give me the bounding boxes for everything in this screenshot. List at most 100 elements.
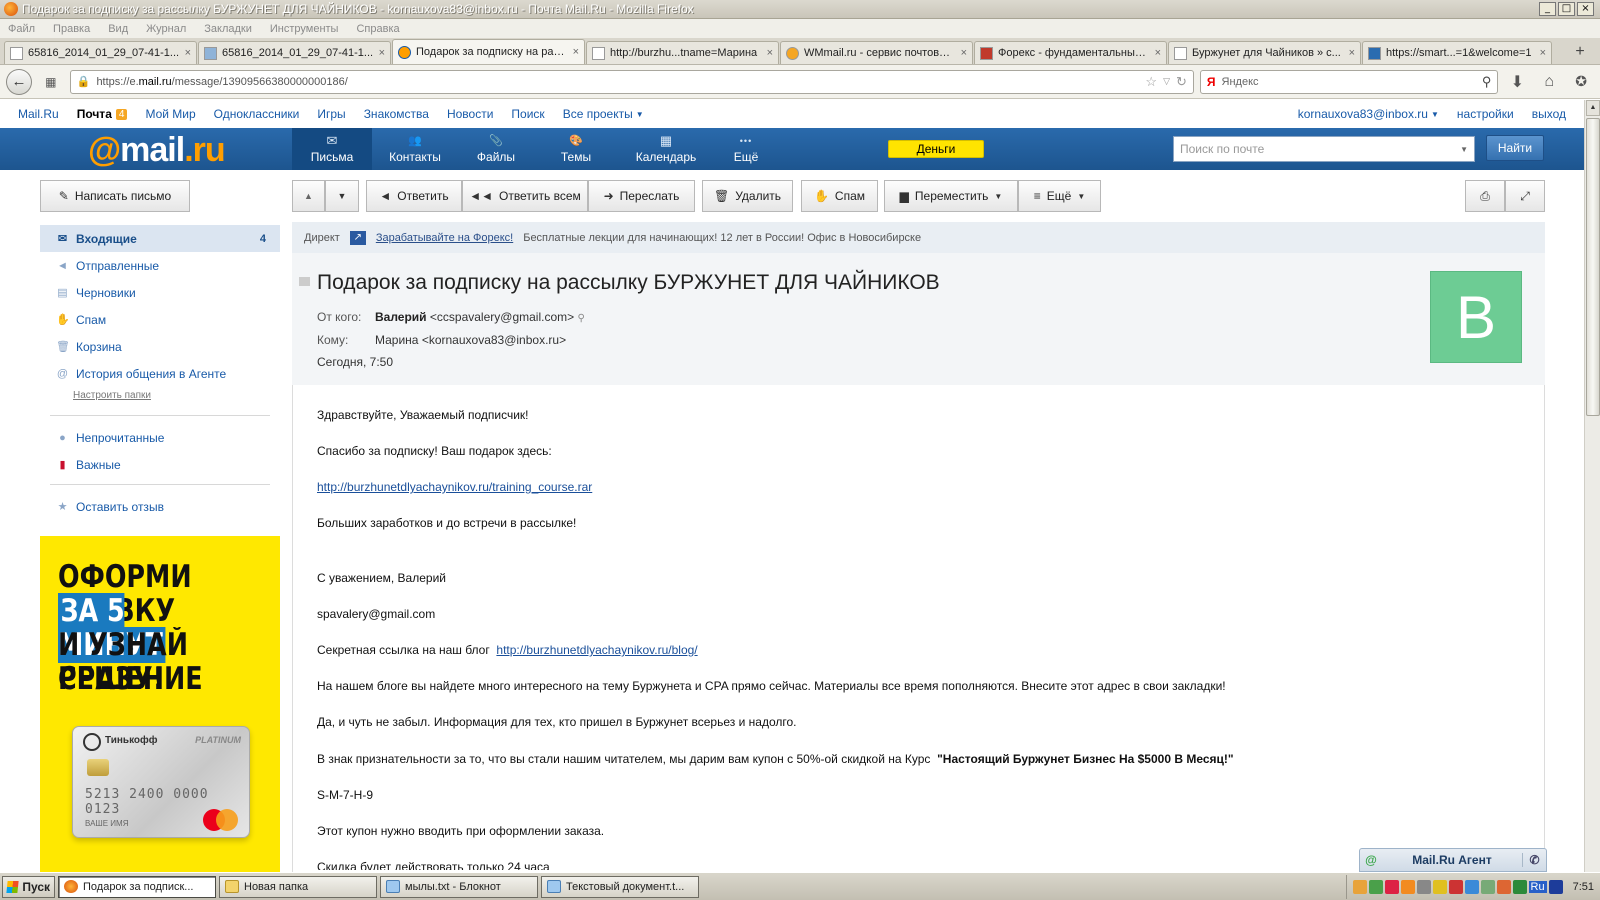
prev-message-button[interactable]: ▲: [292, 180, 325, 212]
folder-sent[interactable]: ◄ Отправленные: [40, 252, 280, 279]
taskbar-item-notepad[interactable]: мылы.txt - Блокнот: [380, 875, 538, 898]
close-window-button[interactable]: ×: [1577, 2, 1594, 16]
bookmark-star-icon[interactable]: ☆: [1145, 74, 1157, 90]
tray-app-icon[interactable]: [1464, 879, 1479, 894]
portal-link-znakomstva[interactable]: Знакомства: [364, 107, 429, 121]
filter-unread[interactable]: ● Непрочитанные: [40, 424, 280, 451]
folder-trash[interactable]: 🗑 Корзина: [40, 333, 280, 360]
find-button[interactable]: Найти: [1486, 135, 1544, 161]
phone-icon[interactable]: ✆: [1522, 853, 1546, 867]
browser-tab[interactable]: 65816_2014_01_29_07-41-1... ×: [4, 41, 197, 64]
print-button[interactable]: ⎙: [1465, 180, 1505, 212]
history-dropdown-icon[interactable]: ▦: [38, 75, 64, 89]
menu-view[interactable]: Вид: [108, 23, 128, 35]
browser-tab[interactable]: https://smart...=1&welcome=1 ×: [1362, 41, 1552, 64]
delete-button[interactable]: 🗑 Удалить: [702, 180, 793, 212]
nav-themes[interactable]: 🎨 Темы: [536, 128, 616, 170]
sender-email[interactable]: <ccspavalery@gmail.com>: [430, 310, 574, 324]
tab-close-icon[interactable]: ×: [573, 46, 579, 58]
tab-close-icon[interactable]: ×: [379, 47, 385, 59]
folder-inbox[interactable]: ✉ Входящие 4: [40, 225, 280, 252]
logout-link[interactable]: выход: [1532, 107, 1566, 121]
tray-shield-icon[interactable]: [1368, 879, 1383, 894]
next-message-button[interactable]: ▼: [325, 180, 359, 212]
start-button[interactable]: Пуск: [2, 875, 55, 898]
direkt-ad-link[interactable]: Зарабатывайте на Форекс!: [376, 232, 513, 244]
tray-network-icon[interactable]: [1512, 879, 1527, 894]
download-icon[interactable]: ⬇: [1504, 72, 1530, 92]
tab-close-icon[interactable]: ×: [1155, 47, 1161, 59]
portal-link-igry[interactable]: Игры: [317, 107, 345, 121]
menu-edit[interactable]: Правка: [53, 23, 90, 35]
reply-all-button[interactable]: ◄◄ Ответить всем: [462, 180, 588, 212]
tray-app-icon[interactable]: [1480, 879, 1495, 894]
chevron-down-icon[interactable]: ▼: [1460, 142, 1468, 156]
tray-media-icon[interactable]: [1548, 879, 1563, 894]
minimize-button[interactable]: _: [1539, 2, 1556, 16]
fullscreen-button[interactable]: ⤢: [1505, 180, 1545, 212]
browser-tab[interactable]: 65816_2014_01_29_07-41-1... ×: [198, 41, 391, 64]
tray-app-icon[interactable]: [1432, 879, 1447, 894]
browser-tab[interactable]: WMmail.ru - сервис почтовы... ×: [780, 41, 973, 64]
scroll-up-icon[interactable]: ▲: [1586, 100, 1600, 116]
browser-tab[interactable]: http://burzhu...tname=Марина ×: [586, 41, 779, 64]
scrollbar-thumb[interactable]: [1586, 118, 1600, 416]
menu-history[interactable]: Журнал: [146, 23, 186, 35]
nav-contacts[interactable]: 👥 Контакты: [374, 128, 456, 170]
language-indicator[interactable]: Ru: [1528, 880, 1547, 893]
home-icon[interactable]: ⌂: [1536, 73, 1562, 91]
nav-calendar[interactable]: ▦ Календарь: [622, 128, 710, 170]
tray-app-icon[interactable]: [1400, 879, 1415, 894]
spam-button[interactable]: ✋ Спам: [801, 180, 878, 212]
taskbar-item-firefox[interactable]: Подарок за подпиcк...: [58, 875, 216, 898]
flag-icon[interactable]: [299, 277, 310, 286]
reply-button[interactable]: ◄ Ответить: [366, 180, 462, 212]
recipient[interactable]: Марина <kornauxova83@inbox.ru>: [375, 333, 566, 347]
page-scrollbar[interactable]: ▲: [1584, 100, 1600, 872]
taskbar-item-textdoc[interactable]: Текстовый документ.t...: [541, 875, 699, 898]
sender-name[interactable]: Валерий: [375, 310, 427, 324]
settings-link[interactable]: настройки: [1457, 107, 1514, 121]
tab-close-icon[interactable]: ×: [767, 47, 773, 59]
portal-link-mailru[interactable]: Mail.Ru: [18, 107, 59, 121]
portal-link-odnoklassniki[interactable]: Одноклассники: [214, 107, 300, 121]
tab-close-icon[interactable]: ×: [1540, 47, 1546, 59]
portal-link-novosti[interactable]: Новости: [447, 107, 493, 121]
back-button[interactable]: ←: [6, 68, 32, 95]
forward-button[interactable]: ➜ Переслать: [588, 180, 695, 212]
tray-app-icon[interactable]: [1416, 879, 1431, 894]
tray-app-icon[interactable]: [1352, 879, 1367, 894]
browser-tab[interactable]: Буржунет для Чайников » с... ×: [1168, 41, 1361, 64]
folder-agent-history[interactable]: @ История общения в Агенте: [40, 360, 280, 387]
browser-tab-active[interactable]: Подарок за подписку на рас... ×: [392, 39, 585, 64]
tray-app-icon[interactable]: [1448, 879, 1463, 894]
tab-close-icon[interactable]: ×: [185, 47, 191, 59]
menu-help[interactable]: Справка: [356, 23, 399, 35]
tinkoff-ad-banner[interactable]: ОФОРМИ ЗАЯВКУ ЗА 5 МИНУТ И УЗНАЙ РЕШЕНИЕ…: [40, 536, 280, 876]
menu-tools[interactable]: Инструменты: [270, 23, 339, 35]
portal-link-poisk[interactable]: Поиск: [511, 107, 544, 121]
menu-bookmarks[interactable]: Закладки: [204, 23, 252, 35]
reload-icon[interactable]: ↻: [1176, 74, 1187, 90]
tab-close-icon[interactable]: ×: [1349, 47, 1355, 59]
menu-file[interactable]: Файл: [8, 23, 35, 35]
more-actions-button[interactable]: ≡ Ещё ▼: [1018, 180, 1101, 212]
blog-link[interactable]: http://burzhunetdlyachaynikov.ru/blog/: [496, 643, 697, 657]
tray-app-icon[interactable]: [1384, 879, 1399, 894]
mailru-agent-bar[interactable]: @ Mail.Ru Агент ✆: [1359, 848, 1547, 872]
portal-link-moi-mir[interactable]: Мой Мир: [145, 107, 195, 121]
folder-drafts[interactable]: ▤ Черновики: [40, 279, 280, 306]
filter-important[interactable]: ▮ Важные: [40, 451, 280, 478]
compose-button[interactable]: ✎ Написать письмо: [40, 180, 190, 212]
move-button[interactable]: ▆ Переместить ▼: [884, 180, 1018, 212]
browser-search-box[interactable]: Я Яндекс ⚲: [1199, 69, 1499, 94]
tray-app-icon[interactable]: [1496, 879, 1511, 894]
tab-close-icon[interactable]: ×: [961, 47, 967, 59]
mail-search-input[interactable]: Поиск по почте ▼: [1173, 136, 1475, 162]
new-tab-button[interactable]: +: [1568, 41, 1592, 64]
folder-spam[interactable]: ✋ Спам: [40, 306, 280, 333]
nav-files[interactable]: 📎 Файлы: [456, 128, 536, 170]
nav-more[interactable]: ••• Ещё: [706, 128, 786, 170]
maximize-button[interactable]: □: [1558, 2, 1575, 16]
user-menu[interactable]: kornauxova83@inbox.ru ▼: [1298, 107, 1439, 121]
